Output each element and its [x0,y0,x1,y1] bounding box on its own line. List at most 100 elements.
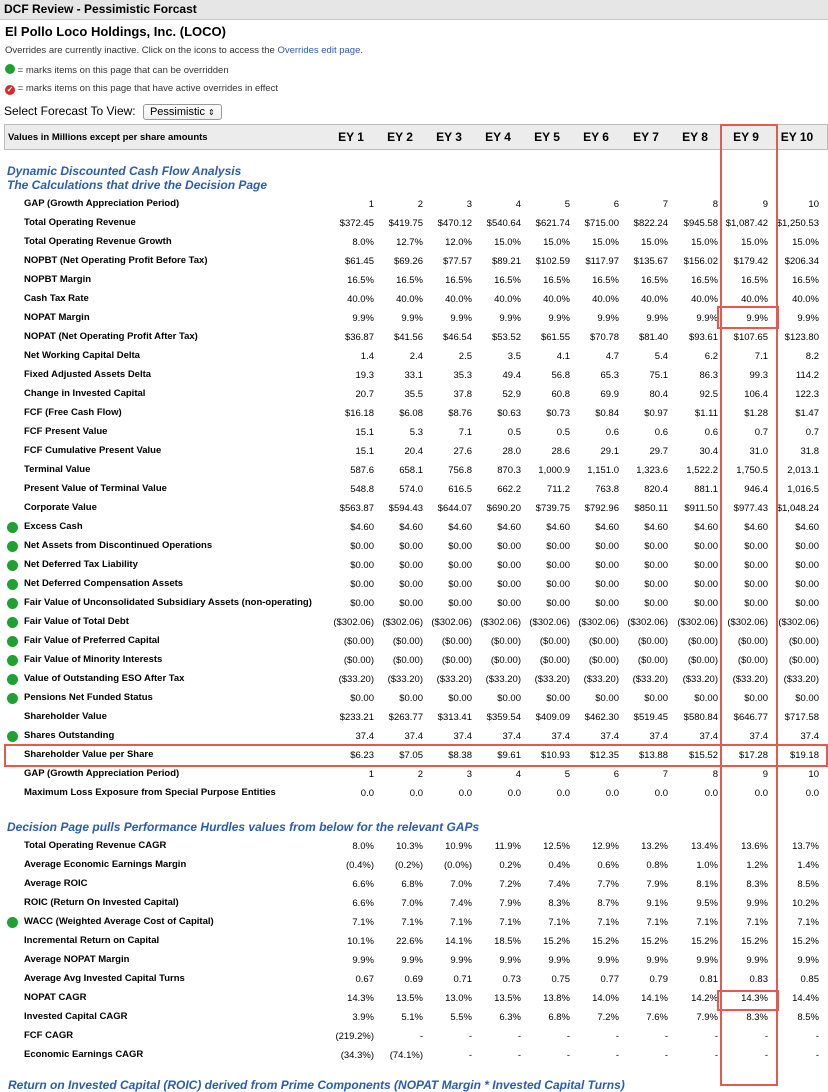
column-header-ey2: EY 2 [387,130,413,144]
overrides-note-text: Overrides are currently inactive. Click … [5,45,278,56]
overrides-note-end: . [360,45,364,56]
row-label: NOPAT (Net Operating Profit After Tax) [24,331,198,342]
row-label: NOPBT (Net Operating Profit Before Tax) [24,255,208,266]
table-row: Average Avg Invested Capital Turns 0.67 0.… [4,970,828,989]
table-row: Change in Invested Capital 20.7 35.5 37.8 52… [4,385,828,404]
table-row: ROIC (Return On Invested Capital) 6.6% 7.0… [4,894,828,913]
table-row: WACC (Weighted Average Cost of Capital) 7… [4,913,828,932]
row-label: Change in Invested Capital [24,388,146,399]
row-label: Fair Value of Preferred Capital [24,635,160,646]
row-label: FCF Present Value [24,426,108,437]
column-header-ey1: EY 1 [338,130,364,144]
override-green-dot-icon[interactable] [7,674,18,685]
legend-red-text: = marks items on this page that have act… [17,83,279,94]
table-row: Total Operating Revenue Growth 8.0% 12.7% 1… [4,233,828,252]
table-header-label: Values in Millions except per share amou… [8,132,208,143]
override-green-dot-icon[interactable] [7,636,18,647]
override-green-dot-icon[interactable] [7,560,18,571]
row-label: Shareholder Value [24,711,107,722]
table-row: Fair Value of Total Debt ($302.06) ($302.0… [4,613,828,632]
row-label: Fair Value of Minority Interests [24,654,163,665]
table-row: NOPBT Margin 16.5% 16.5% 16.5% 16.5% 16.5% 16.… [4,271,828,290]
table-row: FCF CAGR (219.2%) - - - - - - - - - [4,1027,828,1046]
company-name: El Pollo Loco Holdings, Inc. (LOCO) [5,24,226,39]
table-row: Fair Value of Unconsolidated Subsidiary … [4,594,828,613]
override-green-dot-icon[interactable] [7,655,18,666]
row-label: Excess Cash [24,521,83,532]
row-label: Corporate Value [24,502,97,513]
table-row: Net Working Capital Delta 1.4 2.4 2.5 3.5 4.1… [4,347,828,366]
table-row: Net Deferred Compensation Assets $0.00 $0.… [4,575,828,594]
row-label: ROIC (Return On Invested Capital) [24,897,179,908]
override-green-dot-icon[interactable] [7,541,18,552]
row-label: Terminal Value [24,464,91,475]
override-green-dot-icon[interactable] [7,598,18,609]
table-row: Value of Outstanding ESO After Tax ($33.2… [4,670,828,689]
table-row: NOPAT (Net Operating Profit After Tax) $3… [4,328,828,347]
table-row: Average ROIC 6.6% 6.8% 7.0% 7.2% 7.4% 7.7% 7.9%… [4,875,828,894]
legend-green-text: = marks items on this page that can be o… [17,65,229,76]
row-label: Pensions Net Funded Status [24,692,153,703]
override-green-dot-icon[interactable] [7,617,18,628]
row-label: Net Deferred Compensation Assets [24,578,184,589]
table-row: NOPBT (Net Operating Profit Before Tax) $… [4,252,828,271]
nopat-margin-highlight-box [717,306,779,329]
forecast-selector-row: Select Forecast To View: Pessimistic ⇕ [4,104,222,120]
table-row: NOPAT CAGR 14.3% 13.5% 13.0% 13.5% 13.8% 14.0%… [4,989,828,1008]
table-row: Fixed Adjusted Assets Delta 19.3 33.1 35.3 4… [4,366,828,385]
row-label: Total Operating Revenue CAGR [24,840,167,851]
table-row: Cash Tax Rate 40.0% 40.0% 40.0% 40.0% 40.0% 40… [4,290,828,309]
section-dcf-line2: The Calculations that drive the Decision… [7,178,268,192]
table-row: FCF (Free Cash Flow) $16.18 $6.08 $8.76 $0.6… [4,404,828,423]
section-roic-title: Return on Invested Capital (ROIC) derive… [8,1078,625,1092]
row-label: Value of Outstanding ESO After Tax [24,673,185,684]
row-label: GAP (Growth Appreciation Period) [24,768,180,779]
table-row: Incremental Return on Capital 10.1% 22.6% 1… [4,932,828,951]
row-label: NOPAT Margin [24,312,90,323]
table-row: FCF Present Value 15.1 5.3 7.1 0.5 0.5 0.6 0.6 0… [4,423,828,442]
override-green-dot-icon[interactable] [7,693,18,704]
table-row: Average NOPAT Margin 9.9% 9.9% 9.9% 9.9% 9.9%… [4,951,828,970]
row-label: FCF Cumulative Present Value [24,445,162,456]
window-title: DCF Review - Pessimistic Forcast [4,2,197,16]
table-row: Corporate Value $563.87 $594.43 $644.07 $690… [4,499,828,518]
table-row: Average Economic Earnings Margin (0.4%) (0… [4,856,828,875]
row-label: Invested Capital CAGR [24,1011,128,1022]
table-row: NOPAT Margin 9.9% 9.9% 9.9% 9.9% 9.9% 9.9% 9.9%… [4,309,828,328]
legend-red: ✓ = marks items on this page that have a… [5,83,278,95]
row-label: FCF CAGR [24,1030,74,1041]
row-label: Cash Tax Rate [24,293,89,304]
green-dot-icon [5,64,15,74]
ey9-highlight-box [720,124,778,1086]
column-header-ey4: EY 4 [485,130,511,144]
table-row: Fair Value of Minority Interests ($0.00)(… [4,651,828,670]
table-row: Pensions Net Funded Status $0.00 $0.00 $0.0… [4,689,828,708]
table-row: Excess Cash $4.60 $4.60 $4.60 $4.60 $4.60 $4.6… [4,518,828,537]
row-label: Average NOPAT Margin [24,954,130,965]
section-hurdles-title: Decision Page pulls Performance Hurdles … [7,820,479,834]
override-green-dot-icon[interactable] [7,917,18,928]
table-row: Net Assets from Discontinued Operations $… [4,537,828,556]
row-label: Maximum Loss Exposure from Special Purpo… [24,787,276,798]
override-green-dot-icon[interactable] [7,731,18,742]
row-label: Shares Outstanding [24,730,115,741]
column-header-ey10: EY 10 [780,130,814,144]
table-row: Total Operating Revenue CAGR 8.0% 10.3% 10.… [4,837,828,856]
row-label: Fair Value of Total Debt [24,616,129,627]
table-row: Fair Value of Preferred Capital ($0.00) ($… [4,632,828,651]
row-label: Fair Value of Unconsolidated Subsidiary … [24,597,312,608]
override-green-dot-icon[interactable] [7,522,18,533]
table-row: GAP (Growth Appreciation Period) 1 2 3 4 5 6 7 8… [4,765,828,784]
table-row: Invested Capital CAGR 3.9% 5.1% 5.5% 6.3% 6.8… [4,1008,828,1027]
table-row: Present Value of Terminal Value 548.8 574.… [4,480,828,499]
row-label: GAP (Growth Appreciation Period) [24,198,180,209]
table-header: Values in Millions except per share amou… [4,124,828,150]
table-row: Net Deferred Tax Liability $0.00 $0.00 $0.0… [4,556,828,575]
row-label: WACC (Weighted Average Cost of Capital) [24,916,214,927]
overrides-edit-link[interactable]: Overrides edit page [277,45,360,56]
row-label: Total Operating Revenue [24,217,136,228]
row-label: Average ROIC [24,878,88,889]
forecast-select[interactable]: Pessimistic ⇕ [142,104,222,120]
override-green-dot-icon[interactable] [7,579,18,590]
column-header-ey3: EY 3 [436,130,462,144]
